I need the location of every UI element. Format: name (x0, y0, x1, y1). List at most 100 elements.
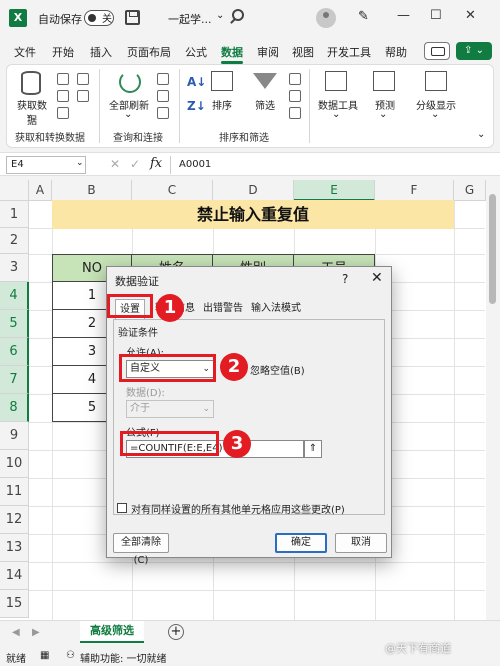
ok-button[interactable]: 确定 (275, 533, 327, 553)
add-sheet-button[interactable]: + (168, 624, 184, 640)
macro-record-icon[interactable]: ▦ (40, 650, 49, 661)
tab-home[interactable]: 开始 (52, 44, 74, 60)
edit-links-icon[interactable] (157, 107, 169, 119)
highlight-box-settings-tab (107, 294, 153, 318)
settings-panel: 验证条件 允许(A): 自定义 ⌄ 忽略空值(B) 数据(D): 介于 ⌄ 公式… (113, 319, 385, 515)
formula-bar: E4 ⌄ ✕ ✓ fx A0001 (0, 152, 500, 176)
get-data-chevron-icon[interactable]: ⌄ (25, 109, 33, 120)
accessibility-status[interactable]: 辅助功能: 一切就绪 (80, 650, 167, 665)
cancel-entry-icon[interactable]: ✕ (110, 157, 120, 171)
row-header[interactable]: 2 (0, 228, 29, 254)
from-text-icon[interactable] (57, 73, 69, 85)
tab-file[interactable]: 文件 (14, 44, 36, 60)
properties-icon[interactable] (157, 90, 169, 102)
sort-ascending-icon[interactable]: A↓ (187, 75, 206, 89)
tab-review[interactable]: 审阅 (257, 44, 279, 60)
maximize-icon[interactable]: ☐ (430, 8, 442, 23)
formula-input[interactable]: A0001 (170, 156, 486, 174)
tab-error-alert[interactable]: 出错警告 (199, 299, 247, 319)
existing-connections-icon[interactable] (77, 90, 89, 102)
tab-developer[interactable]: 开发工具 (327, 44, 371, 60)
column-header-f[interactable]: F (375, 180, 454, 201)
pen-icon[interactable]: ✎ (358, 9, 369, 24)
forecast-chevron-icon[interactable]: ⌄ (379, 109, 387, 120)
minimize-icon[interactable]: — (397, 8, 410, 23)
column-header-e[interactable]: E (294, 180, 375, 201)
row-header[interactable]: 5 (0, 310, 29, 338)
search-icon[interactable] (232, 9, 244, 21)
vertical-scrollbar[interactable] (486, 180, 500, 620)
name-box[interactable]: E4 (6, 156, 86, 174)
apply-all-label[interactable]: 对有同样设置的所有其他单元格应用这些更改(P) (131, 501, 345, 516)
name-box-chevron-icon[interactable]: ⌄ (76, 158, 84, 168)
queries-icon[interactable] (157, 73, 169, 85)
next-sheet-icon[interactable]: ▶ (32, 627, 40, 638)
help-icon[interactable]: ? (342, 272, 348, 286)
sheet-tab-active[interactable]: 高级筛选 (80, 621, 144, 643)
row-header[interactable]: 12 (0, 506, 29, 534)
from-web-icon[interactable] (57, 90, 69, 102)
recent-sources-icon[interactable] (77, 73, 89, 85)
outline-chevron-icon[interactable]: ⌄ (431, 109, 439, 120)
accessibility-icon[interactable]: ⚇ (66, 650, 75, 661)
row-header[interactable]: 11 (0, 478, 29, 506)
sort-button[interactable]: 排序 (207, 97, 237, 112)
column-header-g[interactable]: G (454, 180, 486, 201)
tab-data[interactable]: 数据 (221, 44, 243, 64)
tab-formulas[interactable]: 公式 (185, 44, 207, 60)
title-banner-cell[interactable]: 禁止输入重复值 (52, 200, 454, 229)
clear-filter-icon[interactable] (289, 73, 301, 85)
collapse-ribbon-icon[interactable]: ⌄ (477, 129, 485, 140)
row-header[interactable]: 8 (0, 394, 29, 422)
data-select: 介于 ⌄ (126, 400, 214, 418)
row-header[interactable]: 10 (0, 450, 29, 478)
row-header[interactable]: 14 (0, 562, 29, 590)
tab-ime-mode[interactable]: 输入法模式 (247, 299, 305, 319)
sort-descending-icon[interactable]: Z↓ (187, 99, 206, 113)
ignore-blank-label[interactable]: 忽略空值(B) (250, 362, 305, 377)
column-header-c[interactable]: C (132, 180, 213, 201)
group-label-get-transform: 获取和转换数据 (15, 133, 85, 144)
column-header-b[interactable]: B (52, 180, 132, 201)
row-header[interactable]: 7 (0, 366, 29, 394)
apply-all-checkbox[interactable] (117, 503, 127, 513)
refresh-chevron-icon[interactable]: ⌄ (124, 109, 132, 120)
advanced-filter-icon[interactable] (289, 107, 301, 119)
title-chevron-down-icon[interactable]: ⌄ (216, 10, 224, 21)
tab-insert[interactable]: 插入 (90, 44, 112, 60)
enter-check-icon[interactable]: ✓ (130, 157, 140, 171)
save-icon[interactable] (125, 10, 140, 25)
scrollbar-thumb[interactable] (489, 194, 496, 304)
row-header[interactable]: 1 (0, 201, 29, 228)
close-window-icon[interactable]: ✕ (465, 8, 476, 23)
select-all-corner[interactable] (0, 180, 29, 201)
insert-function-button[interactable]: fx (150, 156, 162, 171)
step-badge-2: 2 (220, 353, 248, 381)
column-header-a[interactable]: A (29, 180, 52, 201)
tab-page-layout[interactable]: 页面布局 (127, 44, 171, 60)
from-table-icon[interactable] (57, 107, 69, 119)
collapse-dialog-icon[interactable]: ⇑ (304, 440, 322, 458)
cancel-button[interactable]: 取消 (335, 533, 387, 553)
column-header-d[interactable]: D (213, 180, 294, 201)
document-title[interactable]: 一起学... (168, 11, 212, 27)
sort-icon (211, 71, 233, 91)
row-header[interactable]: 9 (0, 422, 29, 450)
close-icon[interactable]: ✕ (371, 270, 383, 286)
row-header[interactable]: 15 (0, 590, 29, 618)
comments-button[interactable] (424, 42, 450, 60)
group-label-queries: 查询和连接 (113, 133, 163, 144)
tab-help[interactable]: 帮助 (385, 44, 407, 60)
clear-all-button[interactable]: 全部清除(C) (113, 533, 169, 566)
data-tools-chevron-icon[interactable]: ⌄ (332, 109, 340, 120)
avatar[interactable] (316, 8, 336, 28)
share-button[interactable]: ⇪ ⌄ (456, 42, 492, 60)
row-header[interactable]: 6 (0, 338, 29, 366)
row-header[interactable]: 13 (0, 534, 29, 562)
prev-sheet-icon[interactable]: ◀ (12, 627, 20, 638)
reapply-icon[interactable] (289, 90, 301, 102)
row-header[interactable]: 4 (0, 282, 29, 310)
tab-view[interactable]: 视图 (292, 44, 314, 60)
row-header[interactable]: 3 (0, 254, 29, 282)
filter-button[interactable]: 筛选 (247, 97, 283, 112)
